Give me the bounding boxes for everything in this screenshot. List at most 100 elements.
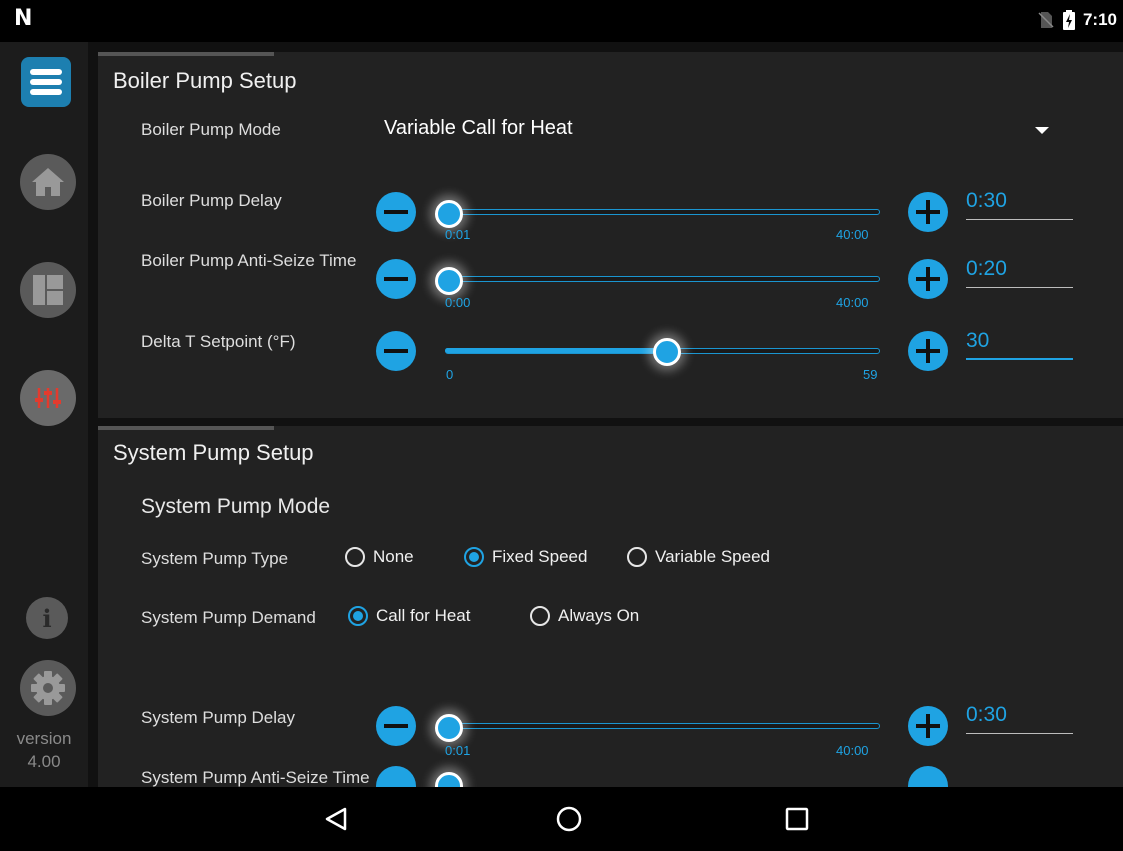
battery-charging-icon bbox=[1062, 10, 1075, 30]
menu-icon bbox=[30, 69, 62, 95]
sliders-icon bbox=[35, 388, 61, 408]
boiler-pump-mode-value: Variable Call for Heat bbox=[384, 117, 573, 139]
boiler-pump-mode-select[interactable]: Variable Call for Heat bbox=[383, 112, 1053, 148]
boiler-antiseize-plus-button[interactable] bbox=[908, 259, 948, 299]
boiler-delay-minus-button[interactable] bbox=[376, 192, 416, 232]
radio-button-icon bbox=[530, 606, 550, 626]
delta-t-minus-button[interactable] bbox=[376, 331, 416, 371]
delta-t-max: 59 bbox=[863, 367, 878, 382]
dashboard-icon bbox=[33, 275, 63, 305]
radio-label: None bbox=[373, 547, 414, 566]
boiler-delay-min: 0:01 bbox=[445, 227, 471, 242]
menu-button[interactable] bbox=[21, 57, 71, 107]
system-pump-panel: System Pump Setup System Pump Mode Syste… bbox=[98, 426, 1123, 787]
notification-app-icon: N bbox=[14, 6, 33, 31]
system-delay-plus-button[interactable] bbox=[908, 706, 948, 746]
navigation-bar bbox=[0, 787, 1123, 851]
boiler-antiseize-value-field[interactable]: 0:20 bbox=[966, 254, 1073, 288]
radio-label: Fixed Speed bbox=[492, 547, 588, 566]
status-bar: N 7:10 bbox=[0, 0, 1123, 42]
system-delay-slider-thumb[interactable] bbox=[435, 714, 463, 742]
home-icon bbox=[32, 168, 64, 196]
plus-icon bbox=[916, 714, 940, 738]
radio-button-icon bbox=[345, 547, 365, 567]
boiler-pump-mode-label: Boiler Pump Mode bbox=[141, 120, 281, 139]
system-delay-minus-button[interactable] bbox=[376, 706, 416, 746]
version-number: 4.00 bbox=[27, 752, 61, 771]
system-pump-demand-label: System Pump Demand bbox=[141, 608, 316, 627]
demand-radio-call-for-heat[interactable]: Call for Heat bbox=[348, 606, 470, 626]
delta-t-slider-thumb[interactable] bbox=[653, 338, 681, 366]
boiler-delay-plus-button[interactable] bbox=[908, 192, 948, 232]
boiler-delay-value-field[interactable]: 0:30 bbox=[966, 186, 1073, 220]
type-radio-variable-speed[interactable]: Variable Speed bbox=[627, 547, 770, 567]
system-delay-min: 0:01 bbox=[445, 743, 471, 758]
system-antiseize-label: System Pump Anti-Seize Time bbox=[141, 768, 370, 787]
dashboard-button[interactable] bbox=[20, 262, 76, 318]
info-icon: i bbox=[42, 603, 52, 633]
home-button[interactable] bbox=[20, 154, 76, 210]
back-icon bbox=[325, 807, 347, 831]
version-label: version bbox=[16, 729, 72, 748]
panel-tab-indicator bbox=[98, 426, 274, 430]
minus-icon bbox=[384, 724, 408, 728]
system-pump-mode-heading: System Pump Mode bbox=[141, 495, 331, 518]
sidebar: i version 4.00 bbox=[0, 42, 88, 787]
settings-sliders-button[interactable] bbox=[20, 370, 76, 426]
radio-label: Variable Speed bbox=[655, 547, 770, 566]
boiler-antiseize-minus-button[interactable] bbox=[376, 259, 416, 299]
demand-radio-always-on[interactable]: Always On bbox=[530, 606, 639, 626]
boiler-antiseize-max: 40:00 bbox=[836, 295, 869, 310]
radio-button-selected-icon bbox=[348, 606, 368, 626]
recents-icon bbox=[785, 807, 809, 831]
plus-icon bbox=[916, 200, 940, 224]
gear-icon bbox=[31, 671, 65, 705]
radio-label: Always On bbox=[558, 606, 640, 625]
system-pump-type-label: System Pump Type bbox=[141, 549, 289, 568]
panel-title: System Pump Setup bbox=[113, 440, 314, 465]
boiler-antiseize-slider[interactable] bbox=[445, 276, 880, 282]
system-delay-slider[interactable] bbox=[445, 723, 880, 729]
system-delay-value-field[interactable]: 0:30 bbox=[966, 700, 1073, 734]
boiler-delay-slider-thumb[interactable] bbox=[435, 200, 463, 228]
radio-button-selected-icon bbox=[464, 547, 484, 567]
boiler-delay-max: 40:00 bbox=[836, 227, 869, 242]
home-nav-button[interactable] bbox=[555, 805, 583, 838]
panel-title: Boiler Pump Setup bbox=[113, 68, 297, 93]
delta-t-min: 0 bbox=[446, 367, 454, 382]
delta-t-value-field[interactable]: 30 bbox=[966, 326, 1073, 360]
minus-icon bbox=[384, 277, 408, 281]
system-pump-delay-label: System Pump Delay bbox=[141, 708, 295, 727]
dropdown-arrow-icon bbox=[1035, 127, 1049, 134]
delta-t-plus-button[interactable] bbox=[908, 331, 948, 371]
info-button[interactable]: i bbox=[26, 597, 68, 639]
radio-button-icon bbox=[627, 547, 647, 567]
recents-button[interactable] bbox=[783, 805, 811, 838]
plus-icon bbox=[916, 267, 940, 291]
panel-tab-indicator bbox=[98, 52, 274, 56]
system-antiseize-plus-button[interactable] bbox=[908, 766, 948, 787]
system-antiseize-minus-button[interactable] bbox=[376, 766, 416, 787]
back-button[interactable] bbox=[323, 805, 351, 838]
radio-label: Call for Heat bbox=[376, 606, 471, 625]
system-delay-max: 40:00 bbox=[836, 743, 869, 758]
boiler-delay-slider[interactable] bbox=[445, 209, 880, 215]
boiler-pump-panel: Boiler Pump Setup Boiler Pump Mode Varia… bbox=[98, 52, 1123, 418]
status-time: 7:10 bbox=[1082, 10, 1117, 29]
plus-icon bbox=[916, 339, 940, 363]
delta-t-slider-fill bbox=[445, 348, 666, 353]
home-circle-icon bbox=[556, 806, 582, 832]
no-sim-icon bbox=[1037, 11, 1055, 29]
boiler-antiseize-label: Boiler Pump Anti-Seize Time bbox=[141, 251, 357, 270]
minus-icon bbox=[384, 349, 408, 353]
main-content: Boiler Pump Setup Boiler Pump Mode Varia… bbox=[88, 42, 1123, 787]
gear-button[interactable] bbox=[20, 660, 76, 716]
boiler-antiseize-slider-thumb[interactable] bbox=[435, 267, 463, 295]
boiler-pump-delay-label: Boiler Pump Delay bbox=[141, 191, 282, 210]
type-radio-none[interactable]: None bbox=[345, 547, 414, 567]
type-radio-fixed-speed[interactable]: Fixed Speed bbox=[464, 547, 587, 567]
system-antiseize-slider-thumb[interactable] bbox=[435, 772, 463, 787]
delta-t-setpoint-label: Delta T Setpoint (°F) bbox=[141, 332, 296, 351]
minus-icon bbox=[384, 210, 408, 214]
boiler-antiseize-min: 0:00 bbox=[445, 295, 471, 310]
